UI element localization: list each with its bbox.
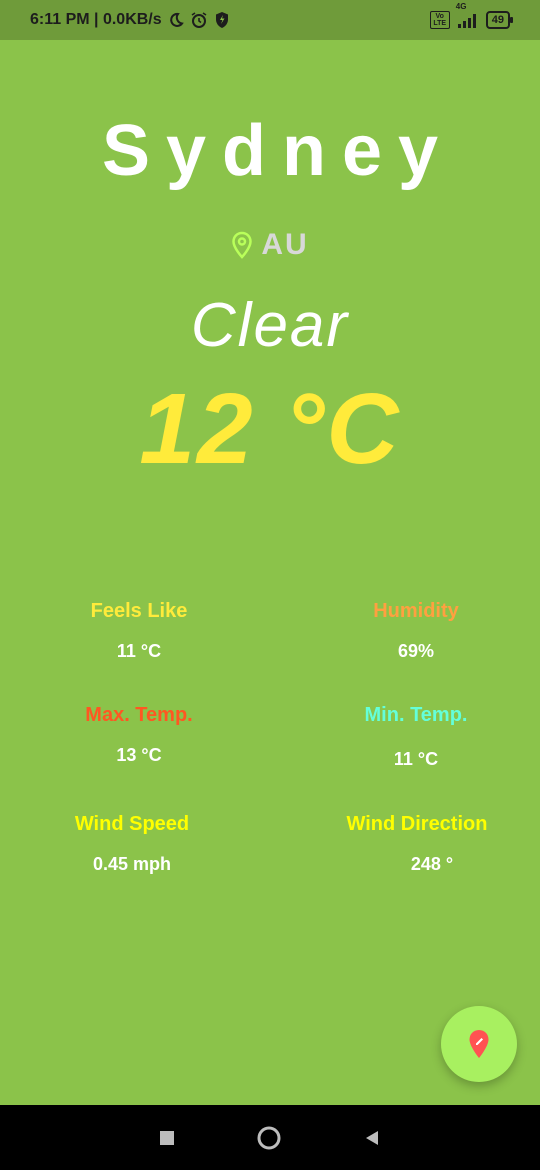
stat-min-temp: Min. Temp. 11 °C <box>296 704 536 770</box>
temperature: 12 °C <box>139 373 401 485</box>
stat-humidity: Humidity 69% <box>296 600 536 662</box>
signal-icon: 4G <box>456 2 480 28</box>
alarm-icon <box>190 11 208 29</box>
country-code: AU <box>261 228 309 261</box>
feels-like-value: 11 °C <box>116 641 162 661</box>
max-temp-value: 13 °C <box>116 745 162 765</box>
navigation-bar <box>0 1105 540 1170</box>
volte-icon: Vo LTE <box>429 11 450 29</box>
battery-level: 49 <box>491 14 504 26</box>
edit-location-icon <box>466 1028 492 1060</box>
home-button[interactable] <box>256 1125 282 1151</box>
max-temp-label: Max. Temp. <box>85 704 193 726</box>
min-temp-value: 11 °C <box>393 749 439 769</box>
status-bar: 6:11 PM | 0.0KB/s Vo LTE 4G 49 <box>0 0 540 40</box>
city-name: Sydney <box>101 111 455 191</box>
location-pin-icon <box>231 231 253 259</box>
status-time-speed: 6:11 PM | 0.0KB/s <box>30 11 162 28</box>
stat-feels-like: Feels Like 11 °C <box>19 600 259 662</box>
wind-direction-label: Wind Direction <box>346 813 488 835</box>
humidity-label: Humidity <box>373 600 459 622</box>
humidity-value: 69% <box>397 641 435 661</box>
stat-max-temp: Max. Temp. 13 °C <box>19 704 259 766</box>
wind-speed-label: Wind Speed <box>74 813 190 835</box>
stat-wind-direction: Wind Direction 248 ° <box>297 813 537 875</box>
country-row: AU <box>0 228 540 262</box>
recent-apps-button[interactable] <box>158 1129 176 1147</box>
min-temp-label: Min. Temp. <box>364 704 468 726</box>
volte-label: Vo LTE <box>433 13 447 27</box>
shield-icon <box>214 11 230 29</box>
wind-speed-value: 0.45 mph <box>92 854 172 874</box>
status-right: Vo LTE 4G 49 <box>429 2 514 29</box>
wind-direction-value: 248 ° <box>410 854 454 874</box>
network-type-label: 4G <box>455 2 467 11</box>
feels-like-label: Feels Like <box>90 600 188 622</box>
status-left: 6:11 PM | 0.0KB/s <box>30 11 230 29</box>
weather-description: Clear <box>190 291 350 360</box>
moon-icon <box>168 12 184 28</box>
battery-icon: 49 <box>485 11 514 29</box>
stat-wind-speed: Wind Speed 0.45 mph <box>12 813 252 875</box>
back-button[interactable] <box>362 1128 382 1148</box>
change-location-button[interactable] <box>441 1006 517 1082</box>
